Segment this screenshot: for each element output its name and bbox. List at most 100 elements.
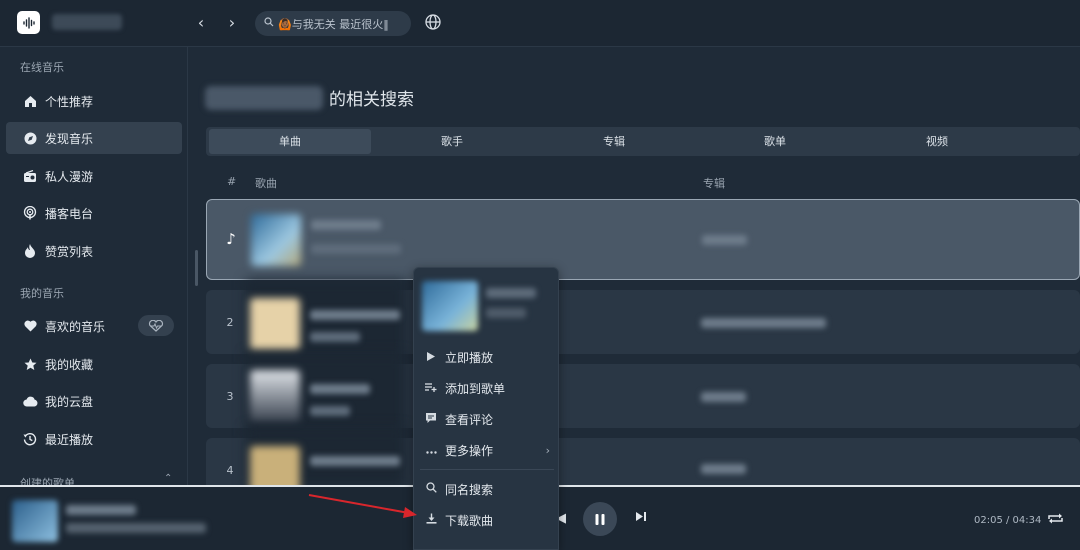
menu-item-label: 下载歌曲	[445, 513, 494, 528]
song-context-menu: 立即播放 添加到歌单 查看评论 更多操作 › 同名搜索 下载歌曲	[413, 267, 559, 550]
star-icon	[22, 356, 38, 372]
section-online-music: 在线音乐	[20, 61, 64, 74]
song-cover	[250, 370, 300, 422]
home-icon	[22, 93, 38, 109]
sidebar-item-recommend[interactable]: 个性推荐	[6, 85, 182, 117]
column-header-index: #	[227, 175, 237, 188]
app-logo-icon	[17, 11, 40, 34]
sidebar-item-label: 我的云盘	[45, 394, 94, 409]
heart-icon	[22, 318, 38, 334]
tab-videos[interactable]: 视频	[856, 129, 1018, 154]
sidebar-item-podcast[interactable]: 播客电台	[6, 197, 182, 229]
song-artist-redacted	[310, 332, 360, 342]
search-results-title: 的相关搜索	[205, 85, 414, 110]
sidebar-item-discover[interactable]: 发现音乐	[6, 122, 182, 154]
chevron-right-icon: ›	[545, 443, 550, 457]
sidebar-item-cloud[interactable]: 我的云盘	[6, 385, 182, 417]
sidebar-item-liked[interactable]: 喜欢的音乐	[6, 310, 182, 342]
table-row[interactable]: ♪	[206, 199, 1080, 280]
page-title: 的相关搜索	[329, 90, 414, 110]
sidebar-item-label: 我的收藏	[45, 357, 94, 372]
now-playing-cover[interactable]	[12, 500, 58, 542]
song-title-redacted	[311, 220, 381, 230]
now-playing-title-redacted	[66, 505, 136, 515]
repeat-icon[interactable]	[1047, 511, 1064, 529]
sidebar-item-appreciation[interactable]: 赞赏列表	[6, 235, 182, 267]
top-bar: ‹ › 🙆🏾与我无关 最近很火‖	[0, 0, 1080, 47]
comment-icon	[425, 412, 437, 427]
tab-artists[interactable]: 歌手	[371, 129, 533, 154]
heartbeat-mode-button[interactable]	[138, 315, 174, 336]
menu-more-actions[interactable]: 更多操作 ›	[414, 436, 560, 464]
podcast-icon	[22, 205, 38, 221]
sidebar-item-recent[interactable]: 最近播放	[6, 423, 182, 455]
search-keyword-redacted	[205, 85, 323, 110]
menu-play-now[interactable]: 立即播放	[414, 343, 560, 371]
menu-item-label: 添加到歌单	[445, 381, 506, 396]
flame-icon	[22, 243, 38, 259]
sidebar-item-label: 喜欢的音乐	[45, 319, 106, 334]
search-placeholder: 🙆🏾与我无关 最近很火‖	[278, 17, 389, 31]
download-icon	[425, 513, 437, 527]
song-title-redacted	[310, 456, 400, 466]
tab-playlists[interactable]: 歌单	[694, 129, 856, 154]
search-icon	[264, 17, 274, 30]
add-to-playlist-icon	[425, 382, 437, 395]
pause-icon	[595, 513, 605, 525]
next-track-icon[interactable]	[635, 511, 647, 526]
globe-icon[interactable]	[424, 13, 444, 33]
cloud-icon	[22, 393, 38, 409]
sidebar-item-label: 私人漫游	[45, 169, 94, 184]
play-icon	[425, 351, 437, 364]
song-cover	[250, 298, 300, 350]
now-playing-artist-redacted	[66, 523, 206, 533]
sidebar-item-roam[interactable]: 私人漫游	[6, 160, 182, 192]
menu-item-label: 查看评论	[445, 412, 494, 427]
pause-button[interactable]	[583, 502, 617, 536]
section-my-music: 我的音乐	[20, 287, 64, 300]
song-title-redacted	[310, 310, 400, 320]
table-row[interactable]: 2	[206, 280, 1080, 362]
song-album-redacted	[701, 464, 746, 474]
search-input[interactable]: 🙆🏾与我无关 最近很火‖	[255, 11, 411, 36]
sidebar: 在线音乐 个性推荐 发现音乐 私人漫游 播客电台 赞赏列表 我的音乐 喜欢的音乐…	[0, 47, 188, 490]
app-name	[52, 14, 122, 30]
forward-button[interactable]: ›	[222, 12, 242, 34]
menu-item-label: 更多操作	[445, 443, 494, 458]
tab-songs[interactable]: 单曲	[209, 129, 371, 154]
sidebar-item-label: 最近播放	[45, 432, 94, 447]
collapse-chevron-icon[interactable]: ⌃	[164, 473, 172, 484]
search-icon	[425, 482, 437, 496]
menu-add-to-playlist[interactable]: 添加到歌单	[414, 374, 560, 402]
heartbeat-icon	[148, 319, 164, 332]
song-album-redacted	[701, 392, 746, 402]
column-header-album: 专辑	[703, 177, 725, 190]
song-title-redacted	[310, 384, 370, 394]
radio-icon	[22, 168, 38, 184]
menu-view-comments[interactable]: 查看评论	[414, 405, 560, 433]
menu-same-name-search[interactable]: 同名搜索	[414, 475, 560, 503]
menu-song-artist-redacted	[486, 308, 526, 318]
back-button[interactable]: ‹	[191, 12, 211, 34]
song-artist-redacted	[310, 406, 350, 416]
sidebar-item-label: 赞赏列表	[45, 244, 94, 259]
menu-item-label: 同名搜索	[445, 482, 494, 497]
menu-divider	[420, 469, 554, 470]
song-artist-redacted	[311, 244, 401, 254]
tab-albums[interactable]: 专辑	[533, 129, 695, 154]
sidebar-item-label: 个性推荐	[45, 94, 94, 109]
menu-song-cover	[422, 281, 478, 331]
menu-item-label: 立即播放	[445, 350, 494, 365]
column-header-song: 歌曲	[255, 177, 277, 190]
sidebar-item-favorites[interactable]: 我的收藏	[6, 348, 182, 380]
table-row[interactable]: 3	[206, 354, 1080, 436]
now-playing-note-icon: ♪	[226, 230, 236, 248]
result-tabs: 单曲 歌手 专辑 歌单 视频	[206, 127, 1080, 156]
menu-download-song[interactable]: 下载歌曲	[414, 506, 560, 534]
sidebar-scrollbar[interactable]	[195, 250, 198, 286]
song-album-redacted	[701, 318, 826, 328]
disc-icon	[22, 130, 38, 146]
sidebar-item-label: 播客电台	[45, 206, 94, 221]
menu-song-title-redacted	[486, 288, 536, 298]
annotation-arrow-icon	[308, 494, 417, 518]
